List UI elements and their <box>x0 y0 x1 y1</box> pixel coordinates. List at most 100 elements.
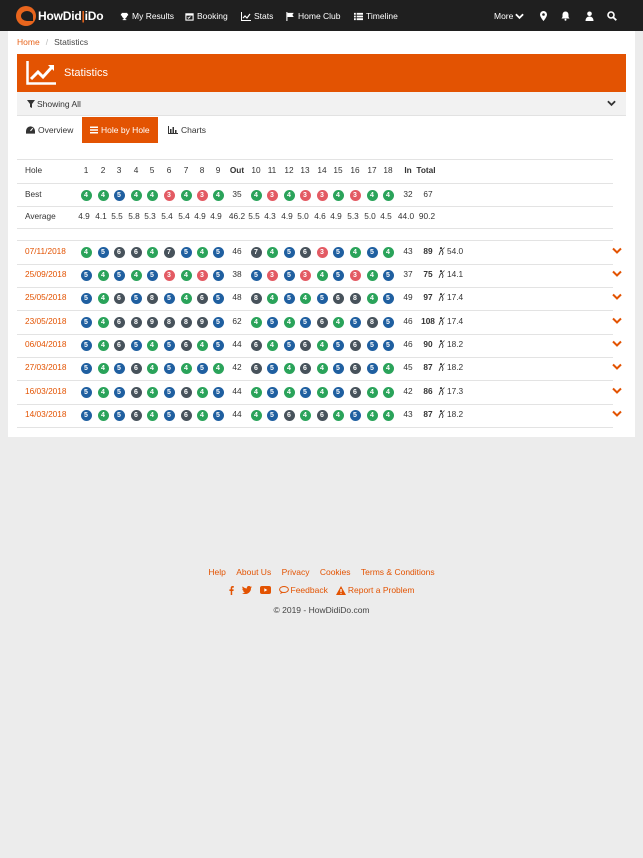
footer-links: Help About Us Privacy Cookies Terms & Co… <box>0 567 643 577</box>
round-date-link[interactable]: 27/03/2018 <box>25 362 67 372</box>
nav-timeline-label: Timeline <box>366 11 398 21</box>
score-circle: 3 <box>196 269 208 281</box>
filter-bar[interactable]: Showing All <box>17 92 626 116</box>
expand-round-chevron-icon[interactable] <box>612 340 622 350</box>
feedback-link[interactable]: Feedback <box>278 585 328 595</box>
score-circle: 5 <box>80 339 92 351</box>
score-circle: 6 <box>113 339 125 351</box>
nav-home-club[interactable]: Home Club <box>286 9 341 23</box>
row-divider <box>17 159 613 160</box>
footer-link-help[interactable]: Help <box>208 567 225 577</box>
expand-round-chevron-icon[interactable] <box>612 293 622 303</box>
twitter-icon[interactable] <box>241 586 252 594</box>
bell-icon[interactable] <box>558 9 572 23</box>
score-circle: 4 <box>97 316 109 328</box>
score-circle: 5 <box>130 292 142 304</box>
score-circle: 5 <box>366 362 378 374</box>
golfer-icon <box>438 410 445 418</box>
report-problem-link[interactable]: Report a Problem <box>335 585 415 595</box>
tab-hole-by-hole[interactable]: Hole by Hole <box>82 117 158 143</box>
trophy-icon <box>120 12 129 20</box>
expand-round-chevron-icon[interactable] <box>612 270 622 280</box>
round-handicap: 18.2 <box>438 339 463 349</box>
round-date-link[interactable]: 07/11/2018 <box>25 246 66 256</box>
round-handicap: 18.2 <box>438 409 463 419</box>
score-circle: 4 <box>283 316 295 328</box>
round-date-link[interactable]: 06/04/2018 <box>25 339 67 349</box>
score-circle: 3 <box>299 189 311 201</box>
expand-round-chevron-icon[interactable] <box>612 363 622 373</box>
score-circle: 4 <box>349 246 361 258</box>
nav-home-club-label: Home Club <box>298 11 341 21</box>
round-date-link[interactable]: 25/05/2018 <box>25 292 67 302</box>
score-circle: 4 <box>146 339 158 351</box>
round-handicap: 17.3 <box>438 386 463 396</box>
score-circle: 3 <box>299 269 311 281</box>
score-circle: 4 <box>80 246 92 258</box>
score-circle: 6 <box>130 246 142 258</box>
score-circle: 4 <box>316 269 328 281</box>
line-chart-icon <box>26 61 56 85</box>
nav-more-dropdown[interactable]: More <box>494 9 527 23</box>
score-circle: 4 <box>146 246 158 258</box>
chevron-down-icon[interactable] <box>607 100 616 107</box>
list-icon <box>354 12 363 20</box>
score-circle: 4 <box>97 362 109 374</box>
score-circle: 6 <box>283 409 295 421</box>
nav-my-results[interactable]: My Results <box>120 9 174 23</box>
score-circle: 5 <box>163 292 175 304</box>
youtube-icon[interactable] <box>259 586 271 594</box>
round-date-link[interactable]: 23/05/2018 <box>25 316 67 326</box>
tab-charts[interactable]: Charts <box>160 117 214 143</box>
score-circle: 5 <box>332 386 344 398</box>
score-circle: 5 <box>196 362 208 374</box>
score-circle: 9 <box>146 316 158 328</box>
expand-round-chevron-icon[interactable] <box>612 410 622 420</box>
breadcrumb-home-link[interactable]: Home <box>17 37 40 47</box>
round-date-link[interactable]: 16/03/2018 <box>25 386 67 396</box>
expand-round-chevron-icon[interactable] <box>612 247 622 257</box>
footer-link-privacy[interactable]: Privacy <box>282 567 310 577</box>
line-chart-icon <box>241 11 251 21</box>
search-icon[interactable] <box>605 9 619 23</box>
report-problem-label: Report a Problem <box>347 585 415 595</box>
tab-overview[interactable]: Overview <box>18 117 81 143</box>
facebook-icon[interactable] <box>228 585 234 595</box>
statistics-panel: Home / Statistics Statistics Showing All O… <box>8 31 635 437</box>
score-circle: 4 <box>97 269 109 281</box>
score-circle: 5 <box>332 362 344 374</box>
score-circle: 4 <box>146 409 158 421</box>
score-circle: 5 <box>163 339 175 351</box>
expand-round-chevron-icon[interactable] <box>612 387 622 397</box>
score-circle: 6 <box>250 362 262 374</box>
score-circle: 5 <box>299 386 311 398</box>
nav-booking[interactable]: Booking <box>185 9 228 23</box>
bar-chart-icon <box>168 126 178 134</box>
nav-stats[interactable]: Stats <box>241 9 273 23</box>
best-row-label: Best <box>25 189 42 199</box>
score-circle: 4 <box>80 189 92 201</box>
footer-link-about[interactable]: About Us <box>236 567 271 577</box>
user-icon[interactable] <box>582 9 596 23</box>
round-handicap: 14.1 <box>438 269 463 279</box>
hole-header-label: Hole <box>25 165 43 175</box>
score-circle: 3 <box>266 269 278 281</box>
footer-link-cookies[interactable]: Cookies <box>320 567 351 577</box>
score-circle: 6 <box>180 386 192 398</box>
expand-round-chevron-icon[interactable] <box>612 317 622 327</box>
score-circle: 5 <box>80 409 92 421</box>
handicap-value: 17.3 <box>447 386 464 396</box>
footer-link-terms[interactable]: Terms & Conditions <box>361 567 435 577</box>
round-date-link[interactable]: 25/09/2018 <box>25 269 67 279</box>
score-circle: 8 <box>163 316 175 328</box>
score-circle: 6 <box>299 339 311 351</box>
score-circle: 5 <box>283 269 295 281</box>
golfer-icon <box>438 317 445 325</box>
golfer-icon <box>438 387 445 395</box>
round-date-link[interactable]: 14/03/2018 <box>25 409 67 419</box>
brand-logo[interactable]: HowDid|iDo <box>16 5 104 26</box>
top-navbar: HowDid|iDo My Results Booking Stats Home… <box>0 0 643 31</box>
golfer-icon <box>438 363 445 371</box>
map-marker-icon[interactable] <box>536 9 550 23</box>
nav-timeline[interactable]: Timeline <box>354 9 398 23</box>
